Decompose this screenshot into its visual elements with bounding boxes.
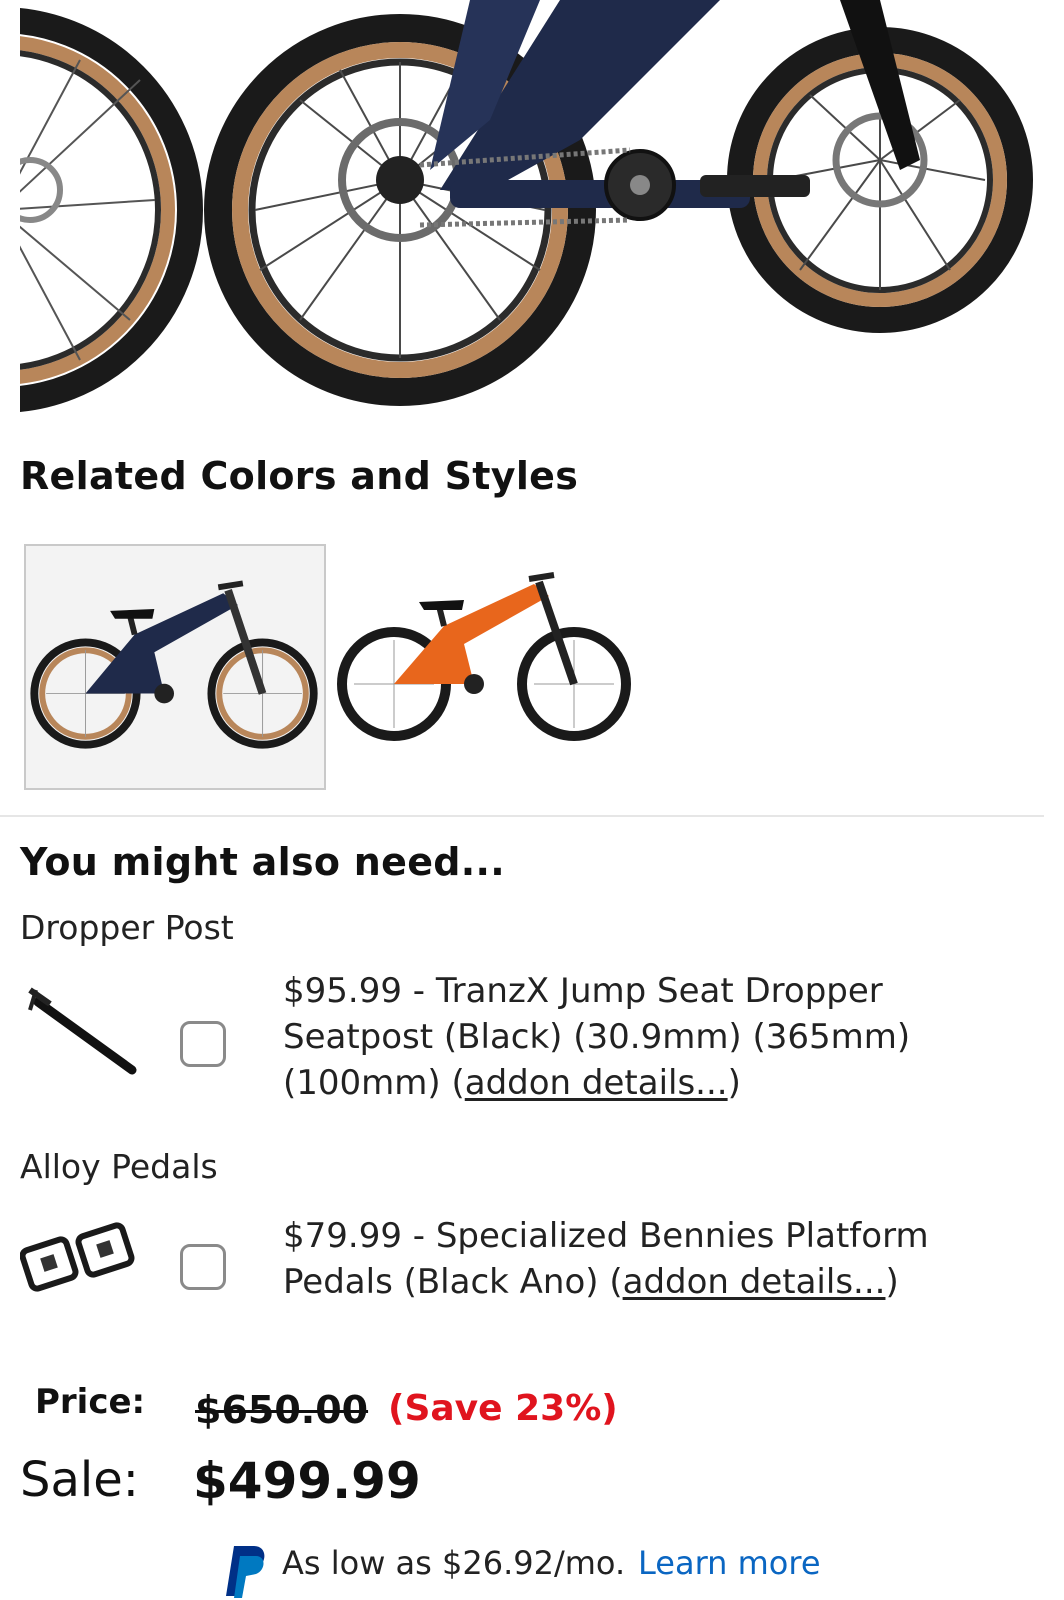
addon-checkbox-dropper-post[interactable] bbox=[180, 1021, 226, 1067]
color-swatch-orange[interactable] bbox=[334, 544, 636, 790]
sale-price: $499.99 bbox=[193, 1452, 421, 1510]
bike-illustration bbox=[20, 0, 1033, 412]
save-percentage: (Save 23%) bbox=[388, 1388, 618, 1429]
addon-description-suffix: ) bbox=[727, 1063, 741, 1103]
addon-description-dropper-post: $95.99 - TranzX Jump Seat Dropper Seatpo… bbox=[283, 968, 983, 1106]
pedals-image bbox=[19, 1210, 140, 1310]
addon-category-dropper-post: Dropper Post bbox=[20, 908, 234, 947]
bike-thumbnail-blue bbox=[30, 580, 318, 749]
price-label: Price: bbox=[35, 1382, 146, 1422]
original-price: $650.00 bbox=[195, 1388, 369, 1432]
paypal-icon bbox=[226, 1546, 265, 1598]
addon-description-alloy-pedals: $79.99 - Specialized Bennies Platform Pe… bbox=[283, 1213, 983, 1305]
left-wheel bbox=[20, 8, 203, 412]
addon-details-link[interactable]: addon details... bbox=[465, 1063, 728, 1103]
also-need-title: You might also need... bbox=[20, 840, 506, 884]
color-swatch-blue[interactable] bbox=[24, 544, 326, 790]
learn-more-link[interactable]: Learn more bbox=[638, 1544, 821, 1582]
addon-details-link[interactable]: addon details... bbox=[623, 1262, 886, 1302]
sale-label: Sale: bbox=[20, 1452, 139, 1508]
financing-text: As low as $26.92/mo. bbox=[282, 1544, 626, 1582]
addon-description-suffix: ) bbox=[885, 1262, 899, 1302]
section-divider bbox=[0, 815, 1044, 817]
related-colors-title: Related Colors and Styles bbox=[20, 454, 579, 498]
product-hero-image bbox=[20, 0, 1064, 428]
financing-row: As low as $26.92/mo. Learn more bbox=[220, 1536, 920, 1600]
addon-category-alloy-pedals: Alloy Pedals bbox=[20, 1147, 218, 1186]
bike-thumbnail-orange bbox=[337, 572, 631, 741]
dropper-post-image bbox=[20, 980, 140, 1080]
addon-checkbox-alloy-pedals[interactable] bbox=[180, 1244, 226, 1290]
